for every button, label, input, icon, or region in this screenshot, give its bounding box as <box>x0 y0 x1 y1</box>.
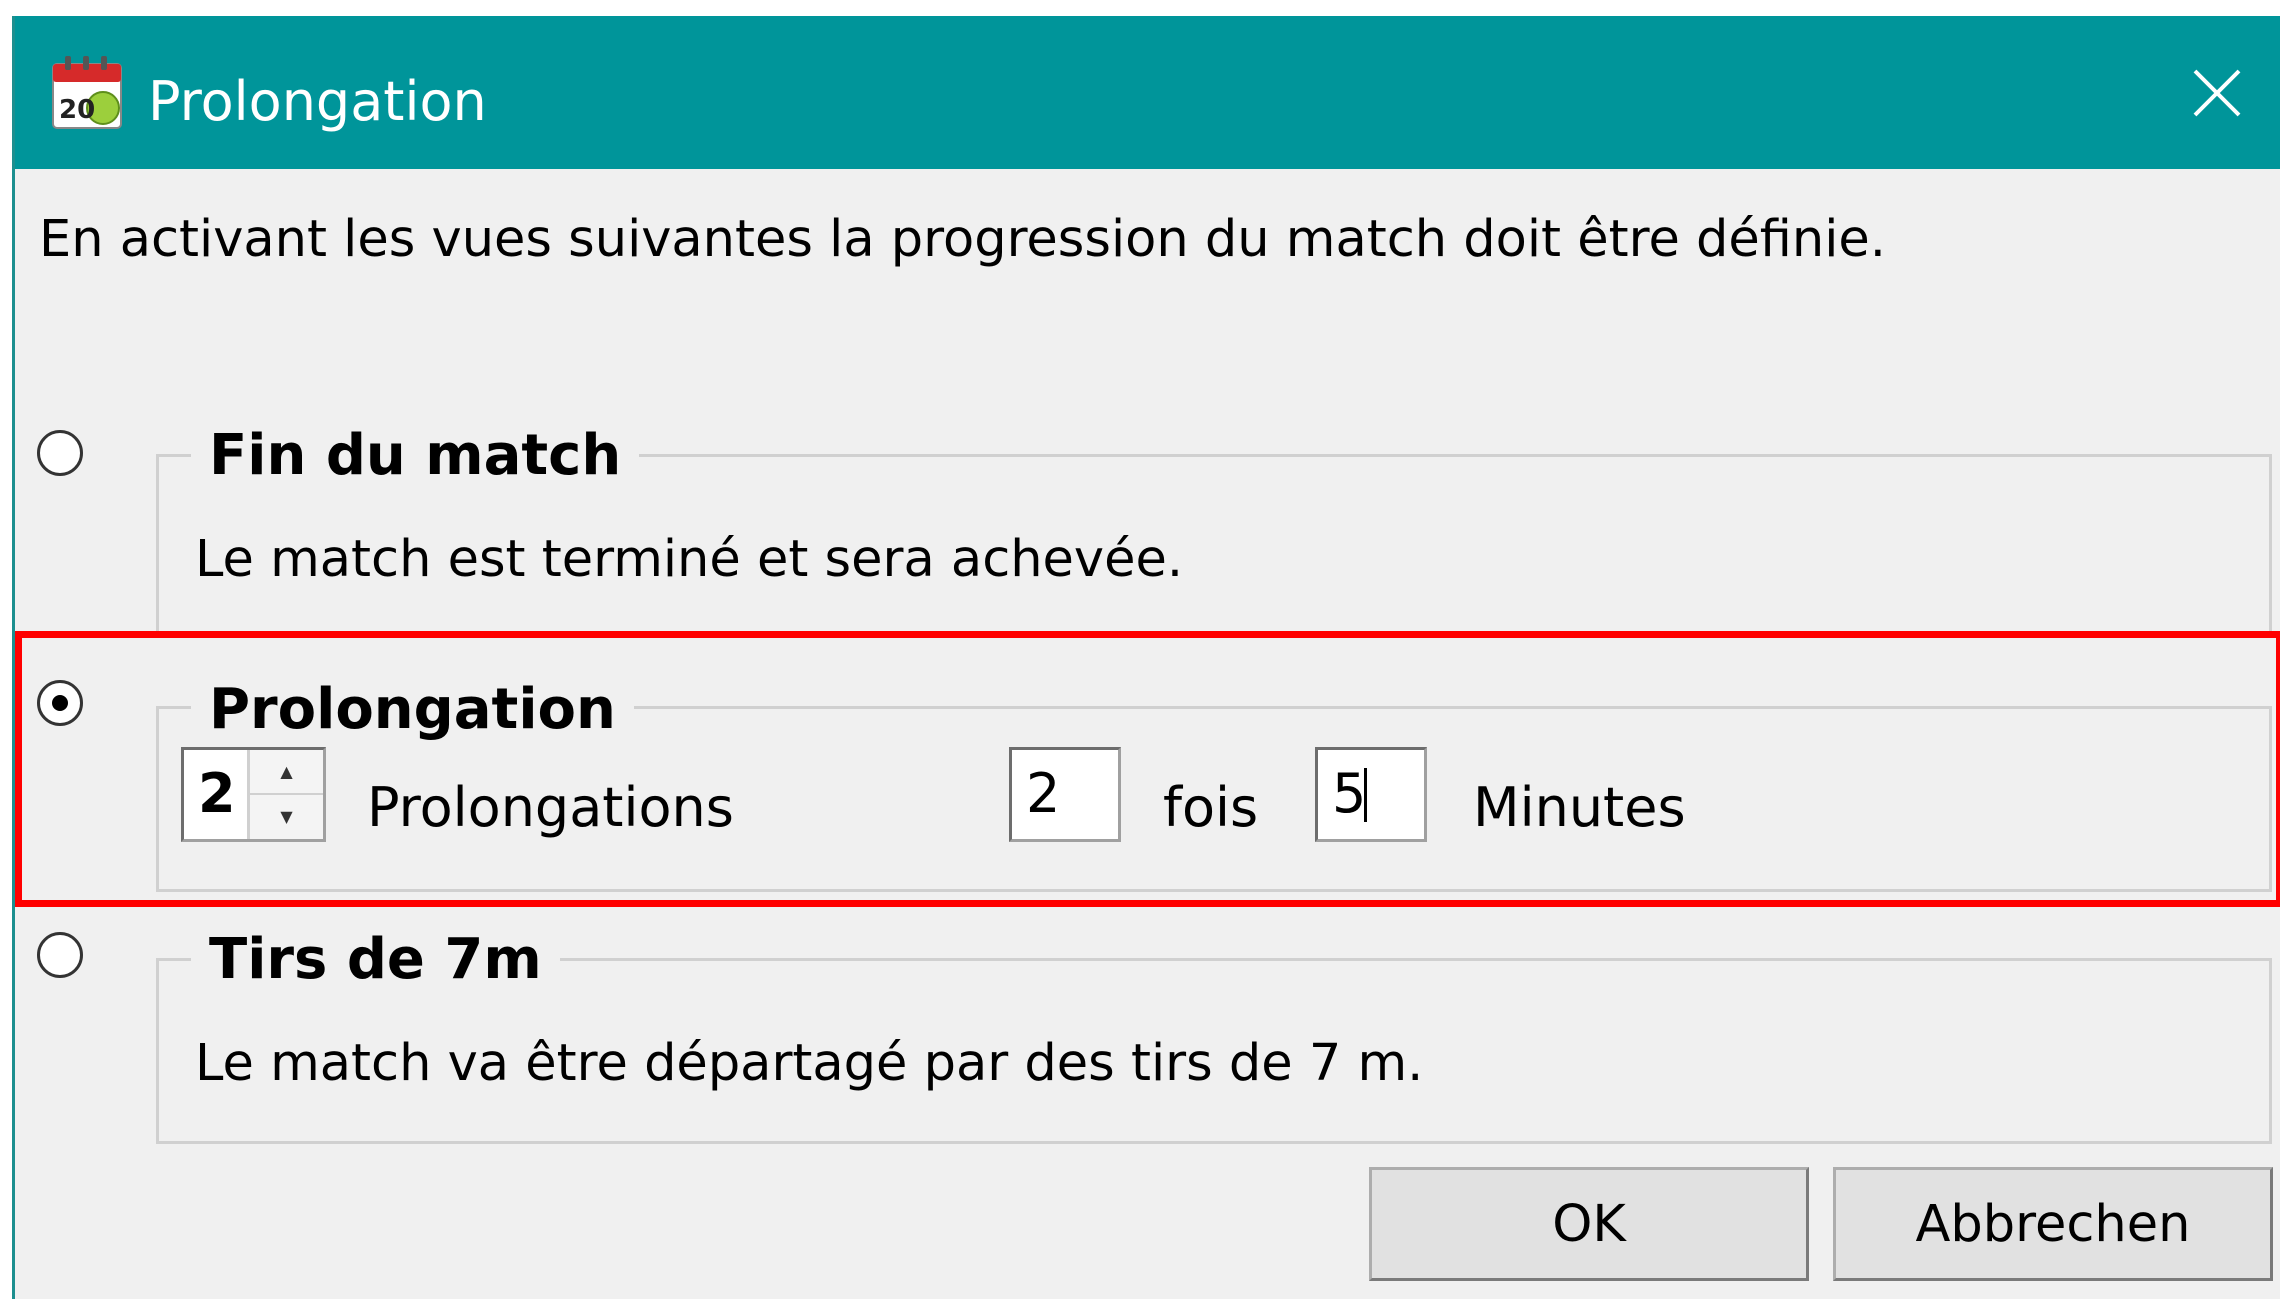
overtime-times-value: 2 <box>1026 762 1061 825</box>
overtime-times-label: fois <box>1163 776 1259 839</box>
close-button[interactable] <box>2172 50 2262 136</box>
overtime-dialog: 20 Prolongation En activant les vues sui… <box>12 16 2280 1299</box>
overtime-radio[interactable] <box>37 680 83 726</box>
end-match-title: Fin du match <box>191 426 640 486</box>
close-icon <box>2193 69 2241 117</box>
overtime-times-input[interactable]: 2 <box>1009 747 1121 842</box>
overtime-count-label: Prolongations <box>367 776 734 839</box>
intro-text: En activant les vues suivantes la progre… <box>39 210 1886 269</box>
stepper-buttons: ▲ ▼ <box>247 750 323 839</box>
text-caret <box>1364 768 1367 822</box>
window-title: Prolongation <box>148 70 487 133</box>
overtime-title: Prolongation <box>191 680 634 740</box>
calendar-icon-number: 20 <box>59 95 95 125</box>
overtime-minutes-value: 5 <box>1332 762 1367 825</box>
stepper-down-button[interactable]: ▼ <box>250 795 323 840</box>
shootout-description: Le match va être départagé par des tirs … <box>195 1034 1424 1093</box>
stepper-up-button[interactable]: ▲ <box>250 750 323 795</box>
calendar-app-icon: 20 <box>52 56 122 129</box>
cancel-button[interactable]: Abbrechen <box>1833 1167 2273 1281</box>
ok-button[interactable]: OK <box>1369 1167 1809 1281</box>
shootout-title: Tirs de 7m <box>191 930 560 990</box>
overtime-minutes-input[interactable]: 5 <box>1315 747 1427 842</box>
end-match-description: Le match est terminé et sera achevée. <box>195 530 1184 589</box>
overtime-minutes-label: Minutes <box>1473 776 1686 839</box>
overtime-count-stepper[interactable]: 2 ▲ ▼ <box>181 747 326 842</box>
shootout-radio[interactable] <box>37 932 83 978</box>
title-bar: 20 Prolongation <box>15 16 2280 169</box>
arrow-up-icon: ▲ <box>280 761 293 781</box>
arrow-down-icon: ▼ <box>280 807 293 827</box>
overtime-count-value: 2 <box>198 762 236 825</box>
end-match-radio[interactable] <box>37 430 83 476</box>
